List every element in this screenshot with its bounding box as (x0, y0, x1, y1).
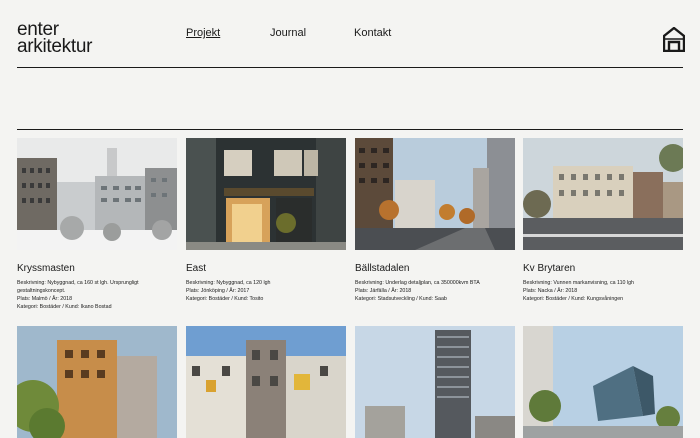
project-description-cont: gestaltningskoncept. (17, 288, 66, 294)
project-category: Kategori: Bostäder / Kund: Tosito (186, 296, 264, 302)
project-category: Kategori: Bostäder / Kund: Kungsvåningen (523, 296, 624, 302)
project-location: Plats: Järfälla / År: 2018 (355, 288, 412, 294)
header-divider (17, 67, 683, 68)
site-logo[interactable]: enter arkitektur (17, 20, 93, 57)
project-card[interactable] (355, 326, 515, 438)
project-description: Beskrivning: Vunnen markanvisning, ca 11… (523, 280, 635, 286)
project-description: Beskrivning: Nybyggnad, ca 120 lgh (186, 280, 271, 286)
project-card[interactable] (17, 326, 177, 438)
project-image[interactable] (355, 326, 515, 438)
section-divider (17, 129, 683, 130)
project-details: Beskrivning: Vunnen markanvisning, ca 11… (523, 279, 634, 303)
project-location: Plats: Nacka / År: 2018 (523, 288, 578, 294)
project-card[interactable]: Kv Brytaren Beskrivning: Vunnen markanvi… (523, 138, 683, 302)
project-title[interactable]: Kryssmasten (17, 263, 75, 274)
project-location: Plats: Malmö / År: 2018 (17, 296, 73, 302)
project-image[interactable] (186, 326, 346, 438)
project-description: Beskrivning: Underlag detaljplan, ca 350… (355, 280, 480, 286)
project-card[interactable]: East Beskrivning: Nybyggnad, ca 120 lgh … (186, 138, 346, 302)
project-image-east[interactable] (186, 138, 346, 250)
project-category: Kategori: Bostäder / Kund: Ikano Bostad (17, 304, 112, 310)
nav-journal-link[interactable]: Journal (270, 27, 306, 39)
project-title[interactable]: East (186, 263, 206, 274)
project-category: Kategori: Stadsutveckling / Kund: Saab (355, 296, 447, 302)
project-details: Beskrivning: Nybyggnad, ca 160 st lgh. U… (17, 279, 139, 311)
project-image-ballstadalen[interactable] (355, 138, 515, 250)
house-logo-icon[interactable] (662, 26, 686, 53)
project-card[interactable]: Kryssmasten Beskrivning: Nybyggnad, ca 1… (17, 138, 177, 310)
project-image-kv-brytaren[interactable] (523, 138, 683, 250)
logo-line-2: arkitektur (17, 36, 93, 57)
project-card[interactable] (523, 326, 683, 438)
project-card[interactable] (186, 326, 346, 438)
project-description: Beskrivning: Nybyggnad, ca 160 st lgh. U… (17, 280, 139, 286)
project-image[interactable] (523, 326, 683, 438)
project-details: Beskrivning: Underlag detaljplan, ca 350… (355, 279, 480, 303)
project-image-kryssmasten[interactable] (17, 138, 177, 250)
project-title[interactable]: Bällstadalen (355, 263, 409, 274)
project-card[interactable]: Bällstadalen Beskrivning: Underlag detal… (355, 138, 515, 302)
project-title[interactable]: Kv Brytaren (523, 263, 575, 274)
project-image[interactable] (17, 326, 177, 438)
nav-kontakt-link[interactable]: Kontakt (354, 27, 391, 39)
nav-projekt-link[interactable]: Projekt (186, 27, 220, 39)
project-details: Beskrivning: Nybyggnad, ca 120 lgh Plats… (186, 279, 271, 303)
project-location: Plats: Jönköping / År: 2017 (186, 288, 250, 294)
